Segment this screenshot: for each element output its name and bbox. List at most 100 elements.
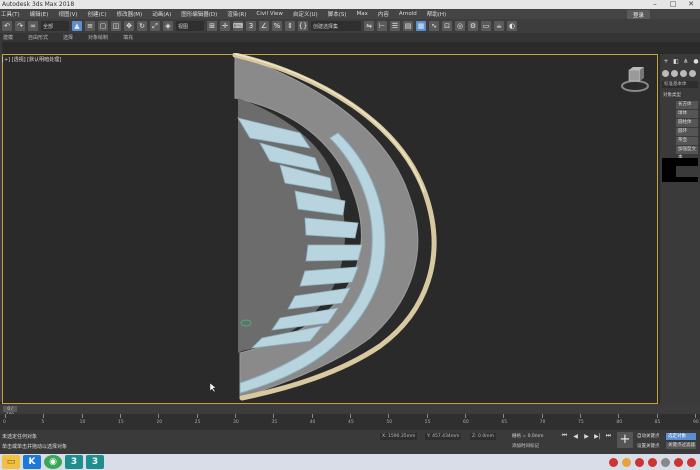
tab-freeform[interactable]: 自由形式 (25, 34, 60, 41)
region-select-icon[interactable]: ▢ (98, 21, 108, 31)
tray-red-icon-3[interactable] (648, 458, 657, 467)
tray-red-icon-4[interactable] (674, 458, 683, 467)
modify-tab-icon[interactable]: ◧ (672, 57, 680, 65)
rotate-icon[interactable]: ↻ (137, 21, 147, 31)
lights-icon[interactable] (680, 70, 687, 77)
teapot-button[interactable]: 茶壶 (676, 137, 698, 145)
menu-civil-view[interactable]: Civil View (251, 11, 287, 17)
menu-content[interactable]: 内容 (373, 10, 394, 18)
select-by-name-icon[interactable]: ≡ (85, 21, 95, 31)
time-slider-handle[interactable]: 0 / 100 (3, 406, 17, 417)
rendered-frame-icon[interactable]: ▭ (481, 21, 491, 31)
ribbon-icon[interactable]: ▦ (416, 21, 426, 31)
maximize-button[interactable]: □ (664, 0, 682, 9)
z-coordinate-field[interactable]: Z: 0.0mm (470, 433, 496, 440)
keyboard-shortcut-icon[interactable]: ⌨ (233, 21, 243, 31)
spinner-snap-icon[interactable]: ⇕ (285, 21, 295, 31)
close-button[interactable]: ✕ (682, 0, 700, 9)
prev-frame-icon[interactable]: ◀ (571, 432, 580, 440)
material-editor-icon[interactable]: ◎ (455, 21, 465, 31)
menu-max[interactable]: Max (352, 11, 373, 17)
torus-button[interactable]: 圆环 (676, 128, 698, 136)
menu-arnold[interactable]: Arnold (394, 11, 422, 17)
select-manipulate-icon[interactable]: ✛ (220, 21, 230, 31)
render-setup-icon[interactable]: ⚙ (468, 21, 478, 31)
go-to-start-icon[interactable]: ⏮ (560, 432, 569, 440)
geometry-icon[interactable] (662, 70, 669, 77)
track-bar[interactable]: 0 5 10 15 20 25 30 35 40 45 50 55 60 65 70 75 80 85 90 (0, 414, 700, 430)
percent-snap-icon[interactable]: % (272, 21, 282, 31)
cylinder-button[interactable]: 圆柱体 (676, 119, 698, 127)
go-to-end-icon[interactable]: ⏭ (604, 432, 613, 440)
play-icon[interactable]: ▶ (582, 432, 591, 440)
layer-explorer-icon[interactable]: ☰ (390, 21, 400, 31)
viewcube-icon[interactable] (620, 66, 650, 94)
tray-red-icon-5[interactable] (687, 458, 696, 467)
y-coordinate-field[interactable]: Y: 457.434mm (425, 433, 462, 440)
menu-modifiers[interactable]: 修改器(M) (112, 10, 148, 18)
x-coordinate-field[interactable]: X: 1590.35mm (380, 433, 418, 440)
move-icon[interactable]: ✥ (124, 21, 134, 31)
menu-customize[interactable]: 自定义(U) (288, 10, 323, 18)
cameras-icon[interactable] (689, 70, 696, 77)
set-key-mode-button[interactable]: 设置关键点 (637, 443, 660, 449)
time-slider[interactable]: 0 / 100 (0, 404, 700, 417)
menu-graph-editors[interactable]: 图形编辑器(D) (176, 10, 222, 18)
link-icon[interactable]: ∞ (28, 21, 38, 31)
named-selection-dropdown[interactable]: 创建选择集 (311, 21, 361, 31)
menu-help[interactable]: 帮助(H) (422, 10, 451, 18)
pivot-icon[interactable]: ⊞ (207, 21, 217, 31)
next-frame-icon[interactable]: ▶| (593, 432, 602, 440)
tray-gray-icon[interactable] (661, 458, 670, 467)
menu-scripting[interactable]: 脚本(S) (323, 10, 352, 18)
undo-icon[interactable]: ↶ (2, 21, 12, 31)
auto-key-button[interactable]: 自动关键点 (637, 433, 660, 439)
create-tab-icon[interactable]: + (662, 57, 670, 65)
3dsmax-icon-2[interactable]: 3 (86, 455, 104, 469)
mirror-icon[interactable]: ⇋ (364, 21, 374, 31)
primitive-category-dropdown[interactable]: 标准基本体 (662, 81, 698, 88)
chrome-icon[interactable]: ◉ (44, 455, 62, 469)
color-swatch[interactable] (676, 166, 698, 177)
tray-orange-icon[interactable] (622, 458, 631, 467)
motion-tab-icon[interactable]: ● (692, 57, 700, 65)
key-filters-button[interactable]: 关键点过滤器 (666, 442, 696, 449)
sphere-button[interactable]: 球体 (676, 110, 698, 118)
menu-create[interactable]: 创建(C) (83, 10, 112, 18)
menu-animation[interactable]: 动画(A) (147, 10, 176, 18)
key-selection-dropdown[interactable]: 选定对象 (666, 433, 696, 440)
3dsmax-icon[interactable]: 3 (65, 455, 83, 469)
selection-filter-dropdown[interactable]: 全部 (41, 21, 69, 31)
edit-named-selection-icon[interactable]: {} (298, 21, 308, 31)
tab-modeling[interactable]: 建模 (0, 34, 25, 41)
add-time-tag[interactable]: 添加时间标记 (512, 443, 539, 449)
curve-editor-icon[interactable]: ∿ (429, 21, 439, 31)
render-icon[interactable]: ☕ (494, 21, 504, 31)
tab-populate[interactable]: 填充 (120, 34, 145, 41)
schematic-view-icon[interactable]: ⊡ (442, 21, 452, 31)
file-explorer-icon[interactable]: ▭ (2, 455, 20, 469)
reference-coord-dropdown[interactable]: 视图 (176, 21, 204, 31)
menu-view[interactable]: 视图(V) (53, 10, 82, 18)
select-icon[interactable]: ▲ (72, 21, 82, 31)
place-icon[interactable]: ◈ (163, 21, 173, 31)
angle-snap-icon[interactable]: ∠ (259, 21, 269, 31)
redo-icon[interactable]: ↷ (15, 21, 25, 31)
viewport-label[interactable]: [+] [透视] [默认明暗处理] (2, 56, 61, 63)
scene-explorer-icon[interactable]: ▤ (403, 21, 413, 31)
minimize-button[interactable]: – (646, 0, 664, 9)
set-key-button[interactable]: + (617, 432, 633, 448)
window-crossing-icon[interactable]: ◫ (111, 21, 121, 31)
object-type-rollout[interactable]: 对象类型 (660, 90, 700, 100)
scale-icon[interactable]: ⤢ (150, 21, 160, 31)
box-button[interactable]: 长方体 (676, 101, 698, 109)
tab-selection[interactable]: 选择 (60, 34, 85, 41)
kugou-icon[interactable]: K (23, 455, 41, 469)
spiral-staircase-model[interactable] (180, 53, 480, 405)
snap-icon[interactable]: 3 (246, 21, 256, 31)
tray-red-icon-2[interactable] (635, 458, 644, 467)
align-icon[interactable]: ⊢ (377, 21, 387, 31)
menu-tools[interactable]: 工具(T) (0, 10, 25, 18)
menu-edit[interactable]: 编辑(E) (25, 10, 54, 18)
render-production-icon[interactable]: ◐ (507, 21, 517, 31)
